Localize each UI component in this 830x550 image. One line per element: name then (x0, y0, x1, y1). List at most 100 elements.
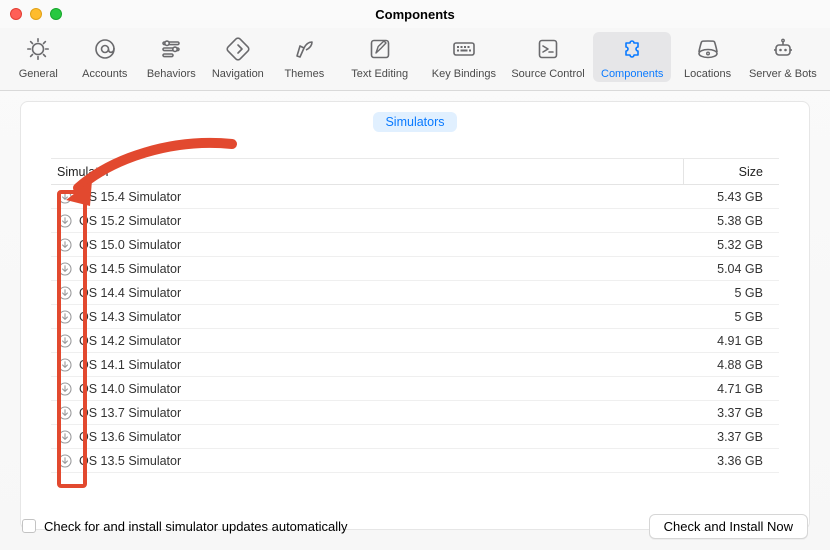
general-icon (25, 36, 51, 65)
simulator-name: OS 14.1 Simulator (79, 358, 683, 372)
download-icon[interactable] (51, 262, 79, 276)
simulator-name: OS 14.3 Simulator (79, 310, 683, 324)
column-header-simulator[interactable]: Simulator (51, 165, 683, 179)
accounts-icon (92, 36, 118, 65)
toolbar-tab-label: Themes (284, 68, 324, 80)
behaviors-icon (158, 36, 184, 65)
key-bindings-icon (451, 36, 477, 65)
simulator-name: OS 13.6 Simulator (79, 430, 683, 444)
toolbar-tab-navigation[interactable]: Navigation (208, 32, 269, 82)
text-editing-icon (367, 36, 393, 65)
toolbar-tab-label: Source Control (511, 68, 584, 80)
table-row[interactable]: OS 14.5 Simulator5.04 GB (51, 257, 779, 281)
preferences-toolbar: General Accounts Behaviors Navigation Themes… (0, 28, 830, 91)
download-icon[interactable] (51, 406, 79, 420)
download-icon[interactable] (51, 310, 79, 324)
segmented-simulators-button[interactable]: Simulators (373, 112, 456, 132)
simulator-size: 5 GB (683, 286, 779, 300)
simulator-size: 3.37 GB (683, 430, 779, 444)
table-row[interactable]: OS 14.2 Simulator4.91 GB (51, 329, 779, 353)
simulator-name: OS 14.0 Simulator (79, 382, 683, 396)
table-row[interactable]: OS 14.4 Simulator5 GB (51, 281, 779, 305)
navigation-icon (225, 36, 251, 65)
toolbar-tab-accounts[interactable]: Accounts (75, 32, 136, 82)
table-row[interactable]: OS 15.4 Simulator5.43 GB (51, 185, 779, 209)
simulator-size: 5.43 GB (683, 190, 779, 204)
toolbar-tab-source-control[interactable]: Source Control (509, 32, 587, 82)
simulator-name: OS 14.4 Simulator (79, 286, 683, 300)
simulator-name: OS 15.4 Simulator (79, 190, 683, 204)
close-window-button[interactable] (10, 8, 22, 20)
toolbar-tab-locations[interactable]: Locations (677, 32, 738, 82)
download-icon[interactable] (51, 238, 79, 252)
simulator-size: 5 GB (683, 310, 779, 324)
auto-update-checkbox-wrap[interactable]: Check for and install simulator updates … (22, 519, 347, 534)
toolbar-tab-label: Locations (684, 68, 731, 80)
simulator-name: OS 13.5 Simulator (79, 454, 683, 468)
toolbar-tab-label: Text Editing (351, 68, 408, 80)
simulator-name: OS 15.0 Simulator (79, 238, 683, 252)
themes-icon (291, 36, 317, 65)
simulator-name: OS 15.2 Simulator (79, 214, 683, 228)
toolbar-tab-general[interactable]: General (8, 32, 69, 82)
toolbar-tab-label: Accounts (82, 68, 127, 80)
table-row[interactable]: OS 14.3 Simulator5 GB (51, 305, 779, 329)
toolbar-tab-themes[interactable]: Themes (274, 32, 335, 82)
auto-update-label: Check for and install simulator updates … (44, 519, 347, 534)
download-icon[interactable] (51, 382, 79, 396)
download-icon[interactable] (51, 214, 79, 228)
toolbar-tab-components[interactable]: Components (593, 32, 671, 82)
simulator-size: 3.36 GB (683, 454, 779, 468)
source-control-icon (535, 36, 561, 65)
simulator-size: 5.38 GB (683, 214, 779, 228)
simulator-size: 4.91 GB (683, 334, 779, 348)
server-bots-icon (770, 36, 796, 65)
simulator-name: OS 14.5 Simulator (79, 262, 683, 276)
minimize-window-button[interactable] (30, 8, 42, 20)
simulator-size: 3.37 GB (683, 406, 779, 420)
auto-update-checkbox[interactable] (22, 519, 36, 533)
window-title: Components (375, 7, 454, 22)
download-icon[interactable] (51, 334, 79, 348)
components-pane: Simulators Simulator Size OS 15.4 Simula… (20, 101, 810, 530)
toolbar-tab-label: Components (601, 68, 663, 80)
simulator-size: 5.04 GB (683, 262, 779, 276)
table-row[interactable]: OS 14.0 Simulator4.71 GB (51, 377, 779, 401)
toolbar-tab-key-bindings[interactable]: Key Bindings (425, 32, 503, 82)
segmented-control-row: Simulators (21, 102, 809, 140)
locations-icon (695, 36, 721, 65)
toolbar-tab-server-bots[interactable]: Server & Bots (744, 32, 822, 82)
table-row[interactable]: OS 15.0 Simulator5.32 GB (51, 233, 779, 257)
toolbar-tab-label: Behaviors (147, 68, 196, 80)
table-row[interactable]: OS 14.1 Simulator4.88 GB (51, 353, 779, 377)
table-row[interactable]: OS 13.7 Simulator3.37 GB (51, 401, 779, 425)
simulator-name: OS 13.7 Simulator (79, 406, 683, 420)
simulators-table: Simulator Size OS 15.4 Simulator5.43 GBO… (51, 158, 779, 529)
simulator-size: 4.88 GB (683, 358, 779, 372)
toolbar-tab-label: Server & Bots (749, 68, 817, 80)
traffic-lights (10, 8, 62, 20)
simulator-name: OS 14.2 Simulator (79, 334, 683, 348)
table-row[interactable]: OS 13.6 Simulator3.37 GB (51, 425, 779, 449)
toolbar-tab-label: Navigation (212, 68, 264, 80)
download-icon[interactable] (51, 358, 79, 372)
download-icon[interactable] (51, 430, 79, 444)
download-icon[interactable] (51, 454, 79, 468)
components-icon (619, 36, 645, 65)
maximize-window-button[interactable] (50, 8, 62, 20)
toolbar-tab-label: General (19, 68, 58, 80)
simulator-size: 5.32 GB (683, 238, 779, 252)
preferences-window: Components General Accounts Behaviors Navig… (0, 0, 830, 550)
footer-bar: Check for and install simulator updates … (0, 506, 830, 546)
download-icon[interactable] (51, 286, 79, 300)
table-body[interactable]: OS 15.4 Simulator5.43 GBOS 15.2 Simulato… (51, 185, 779, 529)
table-row[interactable]: OS 15.2 Simulator5.38 GB (51, 209, 779, 233)
column-header-size[interactable]: Size (683, 159, 779, 184)
toolbar-tab-text-editing[interactable]: Text Editing (341, 32, 419, 82)
check-and-install-button[interactable]: Check and Install Now (649, 514, 808, 539)
titlebar: Components (0, 0, 830, 28)
toolbar-tab-behaviors[interactable]: Behaviors (141, 32, 202, 82)
table-row[interactable]: OS 13.5 Simulator3.36 GB (51, 449, 779, 473)
download-icon[interactable] (51, 190, 79, 204)
table-header: Simulator Size (51, 159, 779, 185)
